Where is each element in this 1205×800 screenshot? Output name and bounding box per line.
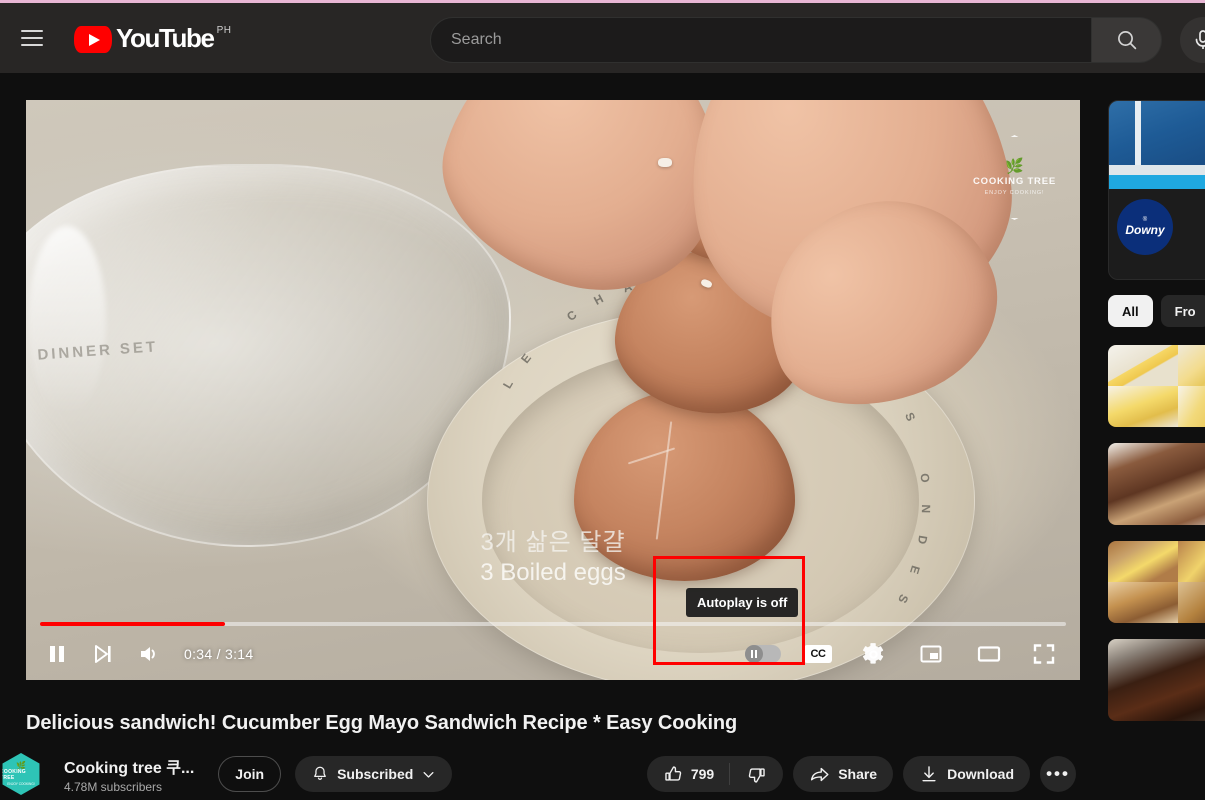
downy-brand-name: Downy [1125, 223, 1165, 237]
ad-accent-bar [1109, 175, 1205, 189]
right-controls: CC [734, 631, 1070, 677]
microphone-icon [1195, 30, 1205, 49]
thumbs-up-icon [665, 765, 682, 781]
volume-on-icon [141, 647, 155, 661]
left-controls: 0:34 / 3:14 [34, 631, 253, 677]
filter-chip-bar: All Fro [1108, 295, 1205, 327]
youtube-logo[interactable]: YouTube PH [74, 23, 231, 53]
download-label: Download [947, 766, 1014, 782]
autoplay-toggle-button[interactable] [734, 631, 792, 677]
fullscreen-icon [1033, 644, 1055, 664]
miniplayer-button[interactable] [902, 631, 960, 677]
filter-chip-from[interactable]: Fro [1160, 295, 1205, 327]
search-icon [1117, 31, 1136, 50]
coffee-drinks-thumbnail[interactable] [1108, 639, 1205, 721]
eggshell-fragment-1 [658, 158, 673, 167]
player-controls: 0:34 / 3:14 CC [26, 592, 1080, 680]
glass-highlight [27, 226, 107, 416]
theater-mode-icon [977, 646, 1001, 662]
autoplay-knob [745, 645, 763, 663]
gear-icon [862, 642, 883, 664]
like-button[interactable]: 799 [647, 764, 729, 785]
ad-image [1109, 101, 1205, 189]
ad-body: ® Downy [1109, 189, 1205, 265]
avatar-tagline: ENJOY COOKING! [7, 782, 35, 786]
page-content: DINNER SET LE CHAUD AVEC DES ONDES [0, 73, 1205, 800]
next-video-icon [95, 645, 111, 663]
watermark-hexagon-border [973, 135, 1057, 220]
pause-icon [50, 646, 64, 662]
autoplay-toggle[interactable] [745, 645, 781, 663]
control-button-row: 0:34 / 3:14 CC [26, 628, 1080, 680]
avatar-name: COOKING TREE [0, 769, 26, 781]
channel-watermark[interactable]: 🌿 COOKING TREE ENJOY COOKING! [967, 135, 1062, 220]
video-player[interactable]: DINNER SET LE CHAUD AVEC DES ONDES [26, 100, 1080, 680]
time-display: 0:34 / 3:14 [184, 646, 254, 662]
fullscreen-button[interactable] [1018, 631, 1070, 677]
autoplay-tooltip: Autoplay is off [686, 588, 799, 617]
search-input[interactable]: Search [430, 17, 1092, 63]
ad-window-sill [1109, 165, 1205, 175]
mango-cheesecake-thumbnail[interactable] [1108, 345, 1205, 427]
like-dislike-group: 799 [646, 756, 784, 792]
progress-played [40, 622, 225, 626]
youtube-watch-page: YouTube PH Search DINNER SET L E C H S O… [0, 0, 1205, 800]
browser-top-accent-line [0, 0, 1205, 3]
like-count: 799 [690, 766, 715, 782]
share-icon [811, 767, 829, 781]
sidebar: ® Downy All Fro [1100, 73, 1205, 800]
share-button[interactable]: Share [793, 756, 894, 792]
channel-avatar[interactable]: 🌿 COOKING TREE ENJOY COOKING! [0, 753, 40, 795]
download-button[interactable]: Download [903, 756, 1030, 792]
advertisement-card[interactable]: ® Downy [1108, 100, 1205, 280]
cc-label: CC [804, 645, 832, 663]
captions-button[interactable]: CC [792, 631, 844, 677]
avatar-leaf-icon: 🌿 [16, 761, 26, 770]
join-button[interactable]: Join [218, 756, 282, 792]
progress-bar[interactable] [40, 622, 1066, 626]
next-video-button[interactable] [80, 631, 126, 677]
ad-window-frame [1135, 101, 1141, 165]
subscriber-count: 4.78M subscribers [64, 780, 163, 794]
hamburger-menu-icon[interactable] [8, 14, 56, 62]
youtube-country-code: PH [216, 25, 232, 36]
theater-mode-button[interactable] [960, 631, 1018, 677]
bell-icon [314, 766, 326, 780]
pause-button[interactable] [34, 631, 80, 677]
chevron-down-icon [423, 771, 434, 778]
download-icon [922, 766, 936, 782]
settings-button[interactable] [844, 631, 902, 677]
video-meta-row: 🌿 COOKING TREE ENJOY COOKING! Cooking tr… [2, 751, 1076, 797]
search-button[interactable] [1092, 17, 1162, 63]
share-label: Share [838, 766, 878, 782]
search-area: Search [430, 17, 1162, 63]
subscribed-button[interactable]: Subscribed [295, 756, 453, 792]
watermark-tagline: ENJOY COOKING! [984, 189, 1045, 196]
filter-chip-all[interactable]: All [1108, 295, 1153, 327]
thumbs-down-icon [748, 767, 765, 783]
dislike-button[interactable] [730, 764, 783, 785]
recommended-videos [1108, 345, 1205, 737]
channel-name: Cooking tree 쿠... [64, 760, 195, 777]
miniplayer-icon [920, 645, 942, 663]
volume-button[interactable] [126, 631, 172, 677]
channel-info[interactable]: Cooking tree 쿠... 4.78M subscribers [64, 754, 194, 794]
masthead: YouTube PH Search [0, 3, 1205, 73]
egg-sandwich-thumbnail[interactable] [1108, 541, 1205, 623]
more-actions-button[interactable]: ••• [1040, 756, 1076, 792]
voice-search-button[interactable] [1180, 17, 1205, 63]
downy-logo: ® Downy [1117, 199, 1173, 255]
subscribed-label: Subscribed [337, 766, 414, 782]
search-placeholder: Search [451, 31, 502, 48]
page-title: Delicious sandwich! Cucumber Egg Mayo Sa… [26, 712, 738, 734]
youtube-logo-text: YouTube [116, 23, 215, 53]
youtube-play-icon [74, 26, 112, 53]
chocolate-cake-thumbnail[interactable] [1108, 443, 1205, 525]
